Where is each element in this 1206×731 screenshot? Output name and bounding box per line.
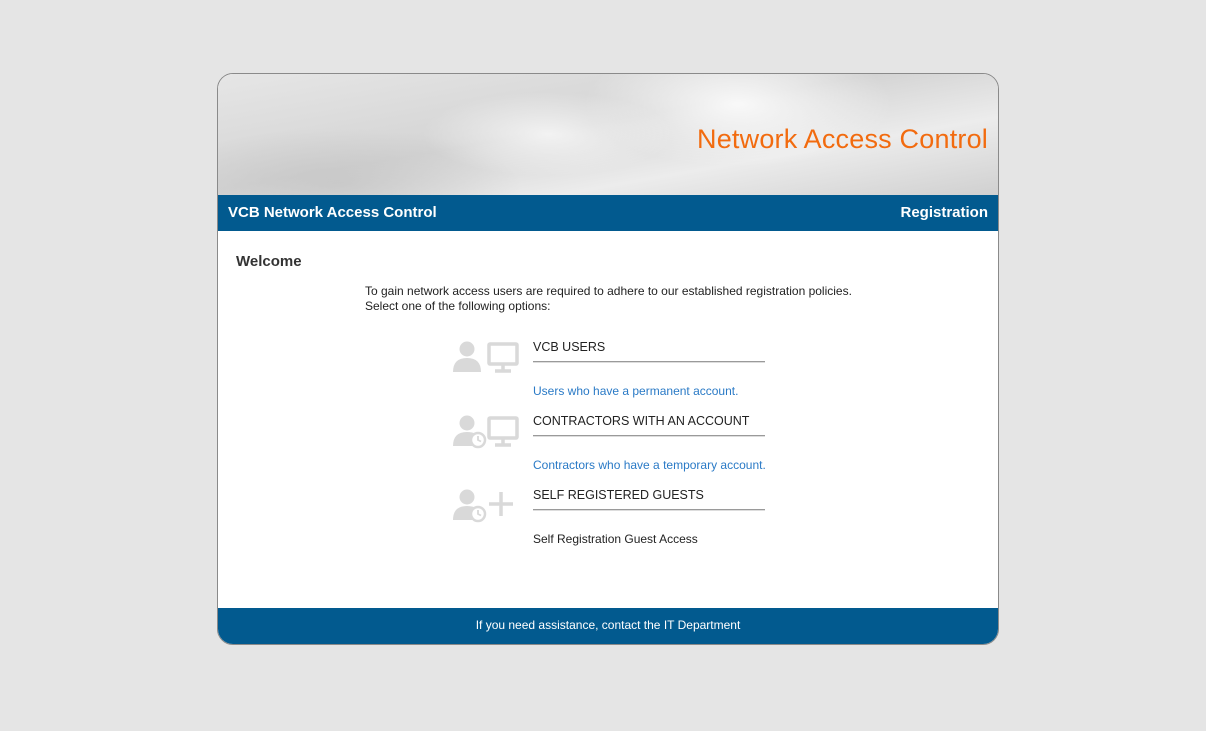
user-clock-icon [453, 489, 487, 523]
option-contractors[interactable]: CONTRACTORS WITH AN ACCOUNT Contractors … [453, 414, 783, 474]
option-description-link[interactable]: Users who have a permanent account. [533, 384, 738, 398]
option-description-link[interactable]: Contractors who have a temporary account… [533, 458, 766, 472]
intro-line-1: To gain network access users are require… [365, 284, 852, 298]
option-vcb-users[interactable]: VCB USERS Users who have a permanent acc… [453, 340, 783, 400]
user-icon [453, 341, 481, 372]
plus-icon [489, 492, 513, 516]
option-title[interactable]: CONTRACTORS WITH AN ACCOUNT [533, 414, 749, 428]
divider [533, 435, 765, 437]
footer-help-text: If you need assistance, contact the IT D… [475, 618, 741, 632]
divider [533, 361, 765, 363]
option-description: Self Registration Guest Access [533, 532, 698, 546]
monitor-icon [487, 342, 519, 373]
option-title[interactable]: VCB USERS [533, 340, 605, 354]
banner-title: Network Access Control [697, 124, 988, 154]
page-title: Registration [900, 204, 988, 221]
option-icons [453, 414, 523, 454]
intro-line-2: Select one of the following options: [365, 299, 551, 313]
login-panel: Network Access Control VCB Network Acces… [217, 73, 999, 645]
app-title: VCB Network Access Control [228, 204, 437, 221]
option-icons [453, 488, 523, 528]
welcome-heading: Welcome [236, 253, 302, 270]
divider [533, 509, 765, 511]
footer-bar: If you need assistance, contact the IT D… [218, 608, 998, 644]
title-bar: VCB Network Access Control Registration [218, 195, 998, 231]
option-icons [453, 340, 523, 380]
header-banner: Network Access Control [218, 74, 998, 195]
option-title[interactable]: SELF REGISTERED GUESTS [533, 488, 704, 502]
intro-text: To gain network access users are require… [365, 284, 852, 314]
monitor-icon [487, 416, 519, 447]
option-self-registered-guests[interactable]: SELF REGISTERED GUESTS Self Registration… [453, 488, 783, 548]
user-clock-icon [453, 415, 487, 449]
